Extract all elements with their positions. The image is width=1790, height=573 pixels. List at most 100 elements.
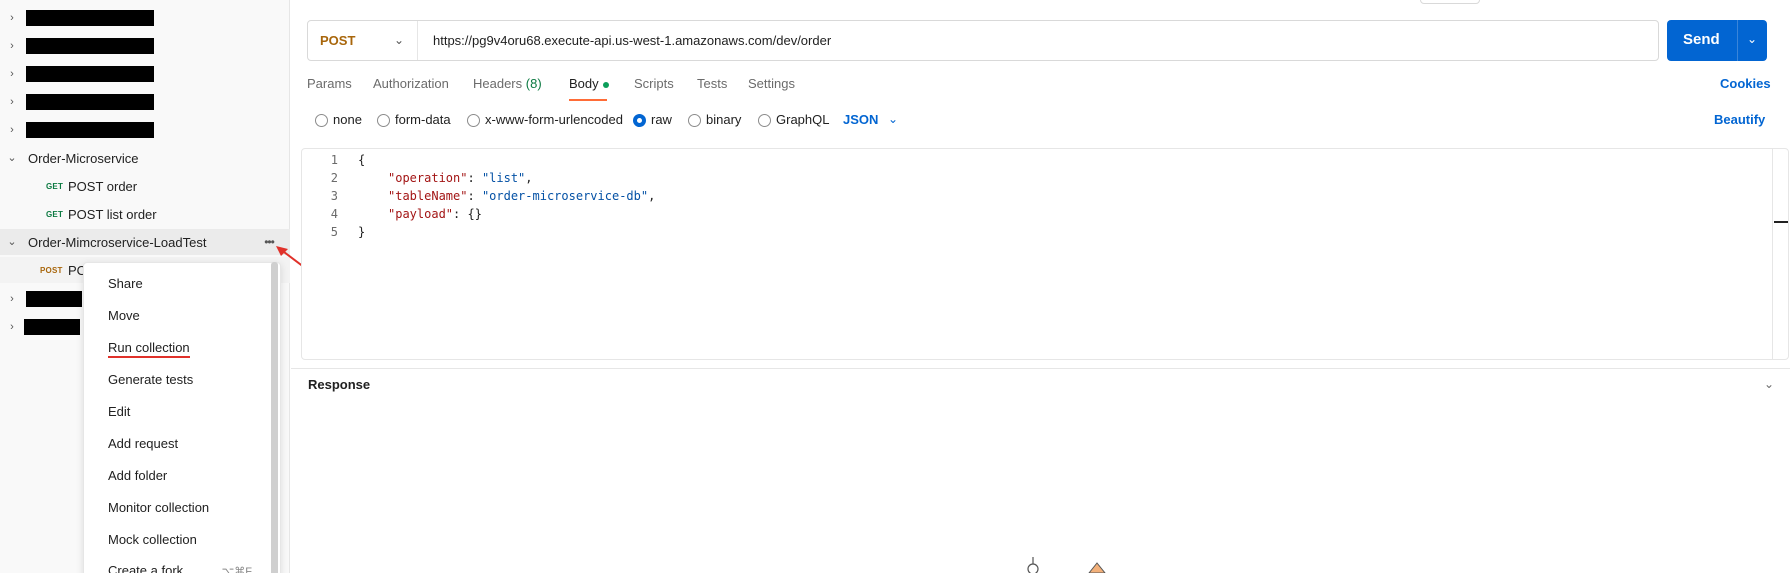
folder-row-order-loadtest[interactable]: ⌄ Order-Mimcroservice-LoadTest •••: [0, 229, 290, 255]
menu-item-add-request[interactable]: Add request: [108, 436, 178, 451]
menu-item-edit[interactable]: Edit: [108, 404, 130, 419]
status-dot: [602, 81, 609, 88]
folder-row-order-microservice[interactable]: ⌄ Order-Microservice: [0, 145, 290, 171]
collection-row[interactable]: ›: [0, 61, 290, 87]
chevron-right-icon[interactable]: ›: [6, 96, 18, 108]
radio-none[interactable]: [315, 114, 328, 127]
url-input[interactable]: https://pg9v4oru68.execute-api.us-west-1…: [433, 33, 831, 48]
folder-label: Order-Mimcroservice-LoadTest: [28, 234, 207, 250]
radio-label: binary: [706, 112, 742, 127]
send-button[interactable]: Send ⌄: [1667, 20, 1767, 61]
chevron-down-icon[interactable]: ⌄: [1747, 32, 1757, 46]
shortcut-hint: ⌥⌘F: [221, 566, 252, 573]
tab-scripts[interactable]: Scripts: [634, 76, 674, 91]
code-line: "tableName": "order-microservice-db",: [388, 189, 656, 203]
chevron-right-icon[interactable]: ›: [6, 321, 18, 333]
body-type-selector: none form-data x-www-form-urlencoded raw…: [315, 111, 1775, 131]
radio-urlencoded[interactable]: [467, 114, 480, 127]
json-key: "payload": [388, 207, 454, 221]
chevron-right-icon[interactable]: ›: [6, 293, 18, 305]
request-row[interactable]: GET POST order: [0, 173, 290, 199]
chevron-down-icon[interactable]: ⌄: [1764, 377, 1774, 391]
radio-form-data[interactable]: [377, 114, 390, 127]
chevron-right-icon[interactable]: ›: [6, 12, 18, 24]
radio-raw[interactable]: [633, 114, 646, 127]
chevron-down-icon[interactable]: ⌄: [6, 152, 18, 164]
json-value: "list": [481, 171, 526, 185]
redacted-label: [26, 291, 82, 307]
method-badge: POST: [40, 265, 63, 275]
tab-headers[interactable]: Headers (8): [473, 76, 542, 91]
code-line: {: [358, 153, 366, 167]
collection-row[interactable]: ›: [0, 5, 290, 31]
radio-label: x-www-form-urlencoded: [485, 112, 623, 127]
tab-authorization[interactable]: Authorization: [373, 76, 449, 91]
radio-binary[interactable]: [688, 114, 701, 127]
method-value: POST: [320, 33, 356, 48]
redacted-label: [24, 319, 80, 335]
menu-item-generate-tests[interactable]: Generate tests: [108, 372, 193, 387]
method-badge: GET: [46, 209, 64, 219]
chevron-down-icon: ⌄: [394, 33, 405, 47]
radio-label: form-data: [395, 112, 451, 127]
beautify-button[interactable]: Beautify: [1714, 112, 1765, 127]
send-divider: [1737, 20, 1738, 61]
request-label: POST order: [68, 178, 138, 194]
tab-settings[interactable]: Settings: [748, 76, 795, 91]
line-number: 3: [330, 189, 338, 203]
redacted-label: [26, 38, 154, 54]
format-select[interactable]: JSON: [843, 112, 878, 127]
active-tab-indicator: [569, 99, 607, 101]
code-editor[interactable]: 1 2 3 4 5 { "operation": "list", "tableN…: [301, 148, 1789, 360]
menu-item-add-folder[interactable]: Add folder: [108, 468, 167, 483]
tab-tests[interactable]: Tests: [697, 76, 727, 91]
send-label: Send: [1683, 31, 1720, 48]
radio-label: none: [333, 112, 362, 127]
code-line: "payload": {}: [388, 207, 482, 221]
line-number: 2: [330, 171, 338, 185]
json-key: "tableName": [388, 189, 468, 203]
editor-scrollbar[interactable]: [1772, 149, 1773, 359]
json-value: {}: [467, 207, 482, 221]
chevron-down-icon[interactable]: ⌄: [888, 112, 898, 126]
radio-label: GraphQL: [776, 112, 830, 127]
request-tabs: Params Authorization Headers (8) Body Sc…: [307, 74, 1777, 102]
request-row[interactable]: GET POST list order: [0, 201, 290, 227]
radio-label: raw: [651, 112, 672, 127]
menu-item-monitor-collection[interactable]: Monitor collection: [108, 500, 209, 515]
response-title: Response: [308, 377, 371, 392]
json-key: "operation": [388, 171, 468, 185]
tab-body[interactable]: Body: [569, 76, 609, 91]
response-panel-header[interactable]: Response ⌄: [291, 368, 1790, 398]
menu-item-run-collection[interactable]: Run collection: [108, 340, 190, 358]
tab-params[interactable]: Params: [307, 76, 352, 91]
empty-state-illustration: [1027, 557, 1106, 573]
json-value: "order-microservice-db": [481, 189, 649, 203]
collection-row[interactable]: ›: [0, 117, 290, 143]
cookies-link[interactable]: Cookies: [1720, 76, 1771, 91]
line-number: 4: [330, 207, 338, 221]
radio-graphql[interactable]: [758, 114, 771, 127]
collection-row[interactable]: ›: [0, 33, 290, 59]
tab-body-label: Body: [569, 76, 599, 91]
menu-item-share[interactable]: Share: [108, 276, 143, 291]
menu-item-create-fork[interactable]: Create a fork: [108, 563, 183, 573]
request-label: POST list order: [68, 206, 157, 222]
chevron-right-icon[interactable]: ›: [6, 40, 18, 52]
redacted-label: [26, 122, 154, 138]
url-bar: POST ⌄ https://pg9v4oru68.execute-api.us…: [307, 20, 1659, 61]
menu-item-mock-collection[interactable]: Mock collection: [108, 532, 197, 547]
folder-label: Order-Microservice: [28, 150, 139, 166]
method-badge: GET: [46, 181, 64, 191]
redacted-label: [26, 66, 154, 82]
line-number: 1: [330, 153, 338, 167]
menu-item-move[interactable]: Move: [108, 308, 140, 323]
redacted-label: [26, 94, 154, 110]
chevron-right-icon[interactable]: ›: [6, 124, 18, 136]
code-line: }: [358, 225, 366, 239]
chevron-right-icon[interactable]: ›: [6, 68, 18, 80]
chevron-down-icon[interactable]: ⌄: [6, 236, 18, 248]
request-editor: POST ⌄ https://pg9v4oru68.execute-api.us…: [291, 0, 1790, 573]
method-select[interactable]: POST ⌄: [308, 21, 418, 60]
collection-row[interactable]: ›: [0, 89, 290, 115]
